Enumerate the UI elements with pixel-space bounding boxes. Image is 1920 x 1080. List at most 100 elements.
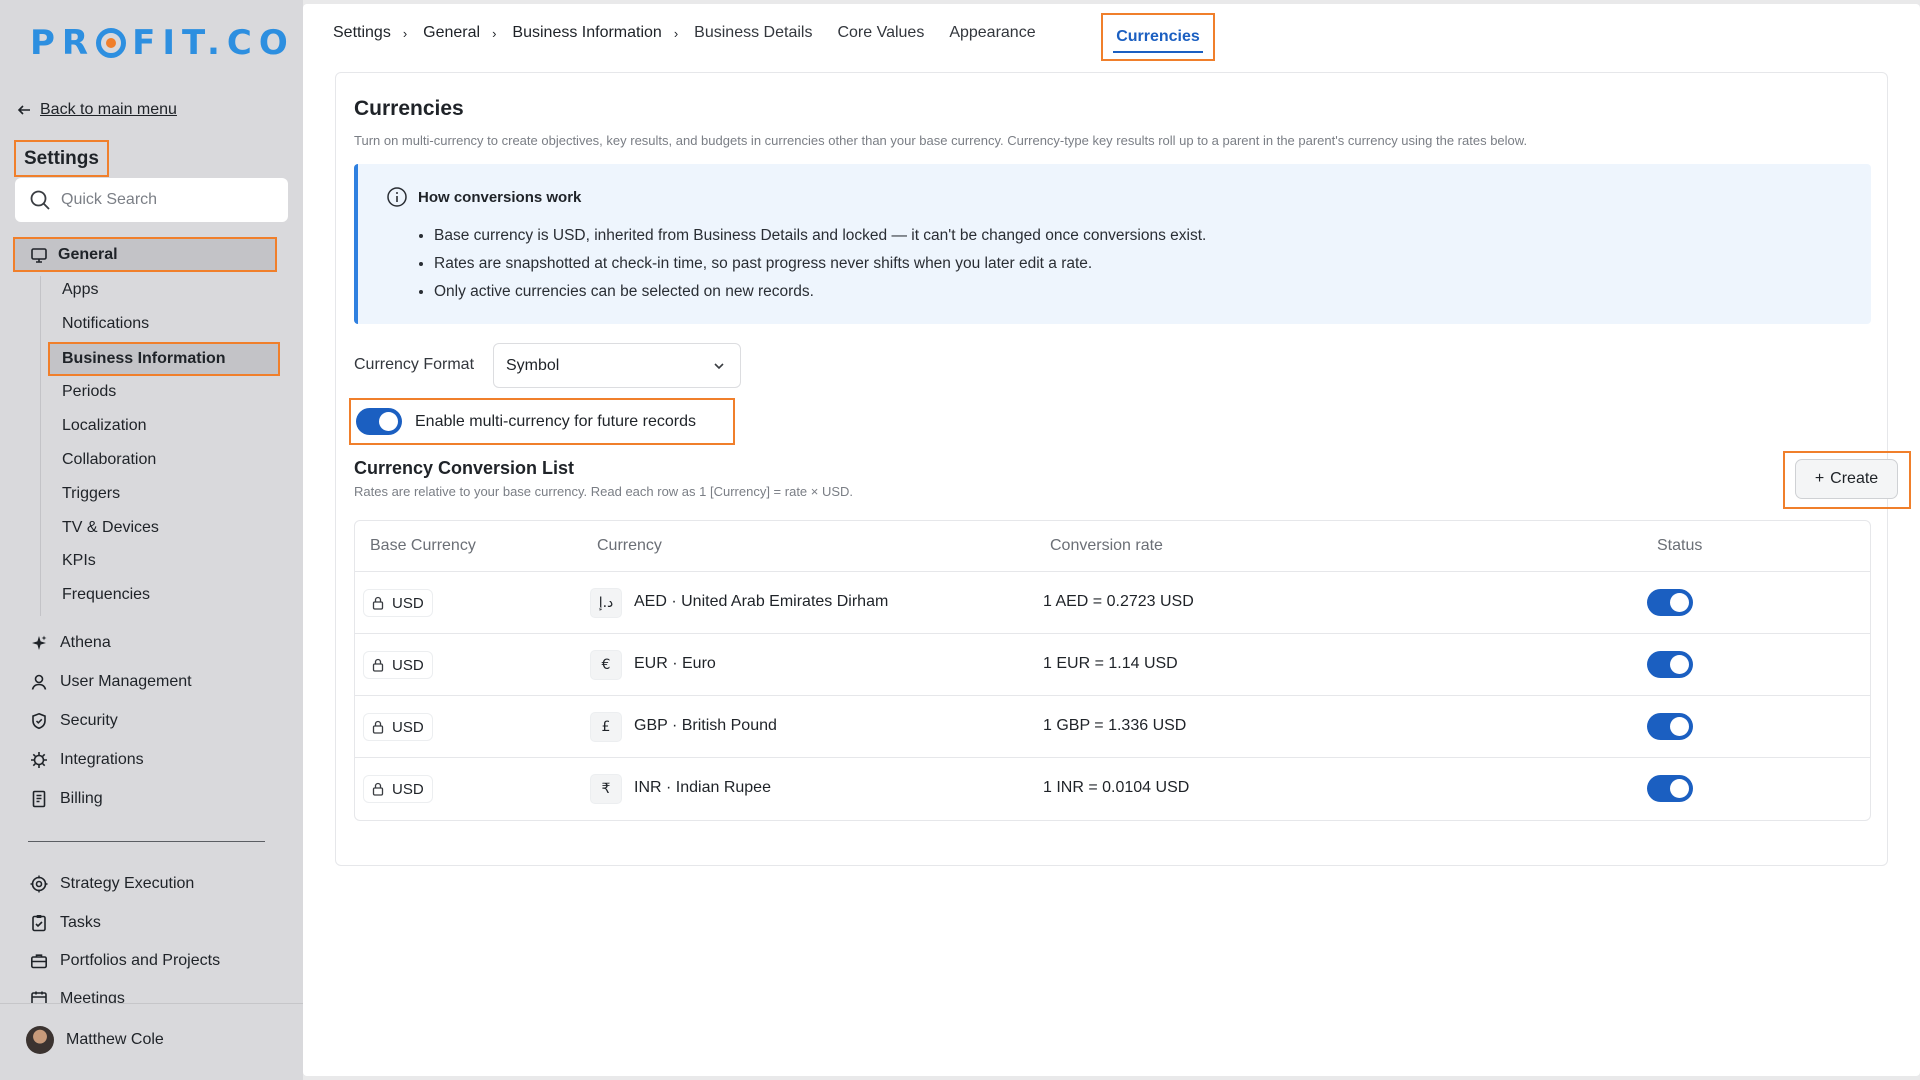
- currency-symbol-badge: ₹: [590, 774, 622, 804]
- tab-core-values[interactable]: Core Values: [837, 24, 924, 42]
- sidebar-item-general[interactable]: General: [13, 237, 277, 272]
- currencies-card: Currencies Turn on multi-currency to cre…: [335, 72, 1911, 866]
- create-button-highlight: + Create: [1783, 451, 1911, 509]
- back-to-main-menu-link[interactable]: Back to main menu: [16, 101, 177, 119]
- table-row[interactable]: USD د.إ AED · United Arab Emirates Dirha…: [355, 571, 1870, 633]
- sidebar-subitem-frequencies[interactable]: Frequencies: [62, 586, 150, 604]
- subnav-tree-line: [40, 276, 41, 616]
- sidebar-subitem-business-information[interactable]: Business Information: [48, 342, 280, 376]
- user-profile[interactable]: Matthew Cole: [26, 1026, 164, 1054]
- currency-format-select[interactable]: Symbol: [493, 343, 741, 388]
- back-link-label: Back to main menu: [40, 101, 177, 118]
- chevron-down-icon: [714, 362, 724, 369]
- table-row[interactable]: USD ₹ INR · Indian Rupee 1 INR = 0.0104 …: [355, 757, 1870, 819]
- status-toggle[interactable]: [1647, 589, 1693, 616]
- main-panel: Settings › General › Business Informatio…: [303, 4, 1920, 1076]
- sidebar-divider: [28, 841, 265, 842]
- info-point: Base currency is USD, inherited from Bus…: [434, 222, 1206, 250]
- page-subtitle: Turn on multi-currency to create objecti…: [354, 133, 1528, 148]
- user-management-label: User Management: [60, 673, 192, 690]
- currency-symbol-badge: €: [590, 650, 622, 680]
- currency-name: AED · United Arab Emirates Dirham: [634, 593, 889, 610]
- currency-format-label: Currency Format: [354, 356, 475, 373]
- lock-icon: [372, 720, 384, 734]
- currency-name: EUR · Euro: [634, 655, 716, 672]
- tab-currencies[interactable]: Currencies: [1101, 13, 1215, 61]
- currency-symbol-badge: £: [590, 712, 622, 742]
- sidebar-subitem-kpis[interactable]: KPIs: [62, 552, 96, 570]
- strategy-execution-label: Strategy Execution: [60, 875, 195, 892]
- sidebar-item-integrations[interactable]: Integrations: [30, 751, 144, 769]
- sidebar-item-strategy-execution[interactable]: Strategy Execution: [30, 875, 194, 893]
- base-currency-code: USD: [392, 594, 424, 612]
- portfolios-and-projects-label: Portfolios and Projects: [60, 952, 221, 969]
- sidebar-subitem-notifications[interactable]: Notifications: [62, 315, 149, 333]
- breadcrumb-general[interactable]: General: [423, 24, 480, 42]
- avatar: [26, 1026, 54, 1054]
- conversion-info-box: How conversions work Base currency is US…: [354, 164, 1871, 324]
- sidebar-subitem-collaboration[interactable]: Collaboration: [62, 451, 156, 469]
- conversion-rate: 1 AED = 0.2723 USD: [1043, 593, 1194, 610]
- target-icon: [30, 875, 48, 893]
- info-title: How conversions work: [418, 188, 582, 206]
- settings-title: Settings: [14, 140, 109, 177]
- status-toggle[interactable]: [1647, 651, 1693, 678]
- base-currency-code: USD: [392, 656, 424, 674]
- user-icon: [31, 674, 47, 690]
- sidebar-subitem-periods[interactable]: Periods: [62, 383, 116, 401]
- column-header-conversion-rate: Conversion rate: [1050, 537, 1163, 554]
- sidebar-item-user-management[interactable]: User Management: [30, 673, 192, 691]
- tab-appearance[interactable]: Appearance: [949, 24, 1035, 42]
- sidebar-item-portfolios-and-projects[interactable]: Portfolios and Projects: [30, 952, 220, 970]
- calendar-icon: [31, 991, 47, 1003]
- sidebar-item-tasks[interactable]: Tasks: [30, 914, 101, 932]
- multi-currency-toggle-row: Enable multi-currency for future records: [349, 398, 735, 445]
- multi-currency-toggle[interactable]: [356, 408, 402, 435]
- page-title: Currencies: [354, 97, 464, 120]
- breadcrumb-business-information[interactable]: Business Information: [512, 24, 661, 42]
- column-header-status: Status: [1657, 537, 1703, 554]
- breadcrumb: Settings › General › Business Informatio…: [333, 4, 1061, 62]
- create-button-label: Create: [1830, 470, 1879, 487]
- plug-icon: [31, 752, 47, 768]
- info-heading: How conversions work: [386, 186, 581, 208]
- quick-search-box[interactable]: [15, 178, 288, 222]
- sidebar-subitem-tv-devices[interactable]: TV & Devices: [62, 519, 159, 537]
- monitor-icon: [31, 247, 47, 263]
- sidebar-item-athena[interactable]: Athena: [30, 634, 111, 652]
- profit-co-logo[interactable]: PR FIT.CO: [30, 23, 295, 63]
- table-row[interactable]: USD € EUR · Euro 1 EUR = 1.14 USD: [355, 633, 1870, 695]
- sidebar-footer-divider: [0, 1003, 303, 1004]
- meetings-label: Meetings: [60, 990, 125, 1003]
- sidebar-subitem-triggers[interactable]: Triggers: [62, 485, 120, 503]
- quick-search-input[interactable]: [61, 191, 261, 209]
- user-name: Matthew Cole: [66, 1031, 164, 1048]
- base-currency-pill: USD: [363, 589, 433, 617]
- sidebar-item-billing[interactable]: Billing: [30, 790, 103, 808]
- plus-icon: +: [1814, 470, 1825, 487]
- clipboard-icon: [32, 915, 46, 932]
- base-currency-code: USD: [392, 780, 424, 798]
- sidebar-subitem-apps[interactable]: Apps: [62, 281, 98, 299]
- column-header-base-currency: Base Currency: [370, 537, 476, 554]
- sidebar-subitem-localization[interactable]: Localization: [62, 417, 147, 435]
- sidebar: PR FIT.CO Back to main menu Settings Gen…: [0, 0, 303, 1080]
- tab-business-details[interactable]: Business Details: [694, 24, 812, 42]
- status-toggle[interactable]: [1647, 713, 1693, 740]
- base-currency-pill: USD: [363, 713, 433, 741]
- conversion-rate: 1 EUR = 1.14 USD: [1043, 655, 1178, 672]
- currency-format-value: Symbol: [506, 356, 560, 374]
- table-row[interactable]: USD £ GBP · British Pound 1 GBP = 1.336 …: [355, 695, 1870, 757]
- conversion-list-subtitle: Rates are relative to your base currency…: [354, 484, 854, 499]
- receipt-icon: [32, 790, 46, 808]
- sidebar-item-meetings[interactable]: Meetings: [30, 990, 125, 1003]
- multi-currency-toggle-label: Enable multi-currency for future records: [415, 412, 696, 430]
- sidebar-item-security[interactable]: Security: [30, 712, 118, 730]
- security-label: Security: [60, 712, 118, 729]
- breadcrumb-settings[interactable]: Settings: [333, 24, 391, 42]
- logo-target-icon: [96, 28, 127, 58]
- tasks-label: Tasks: [60, 914, 101, 931]
- create-button[interactable]: + Create: [1795, 459, 1898, 499]
- sparkle-icon: [32, 635, 47, 650]
- status-toggle[interactable]: [1647, 775, 1693, 802]
